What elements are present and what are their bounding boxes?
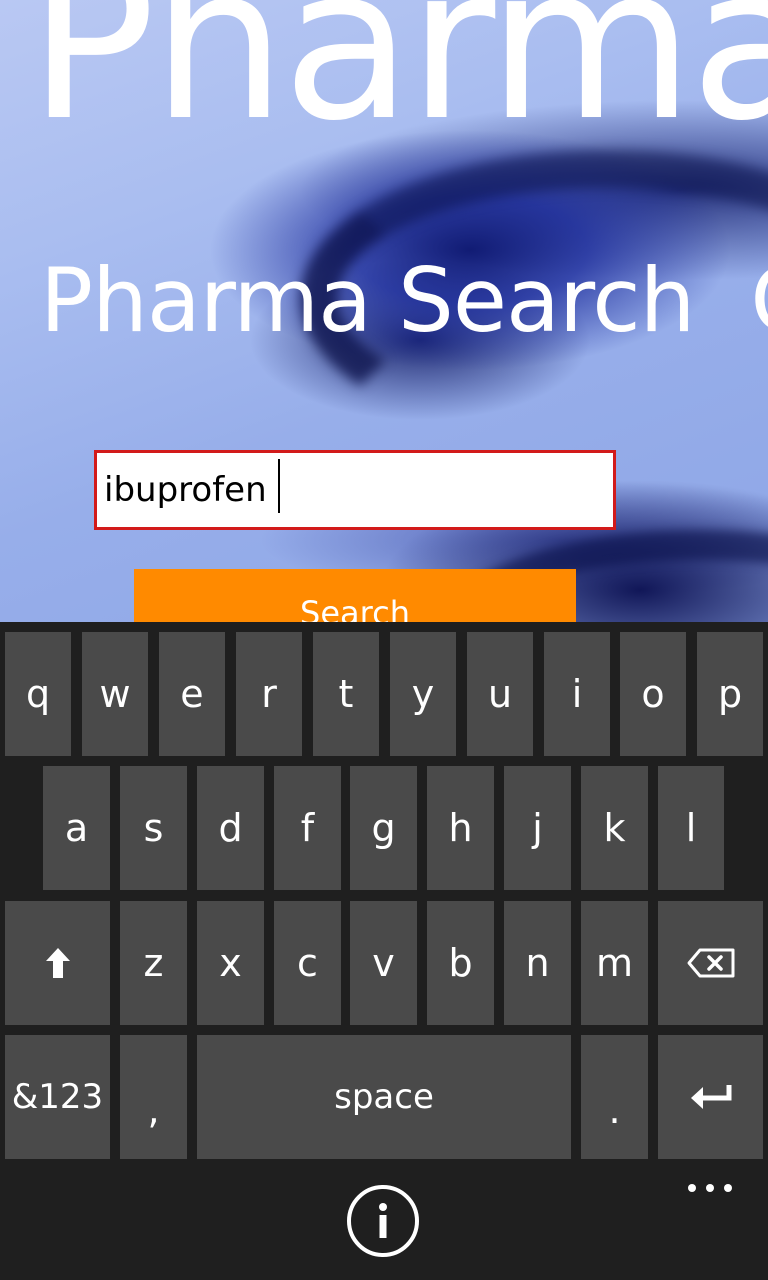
- text-caret: [278, 459, 280, 513]
- key-l[interactable]: l: [658, 766, 724, 890]
- key-e[interactable]: e: [159, 632, 225, 756]
- key-b[interactable]: b: [427, 901, 494, 1025]
- shift-arrow-icon: [45, 948, 70, 978]
- key-y[interactable]: y: [390, 632, 456, 756]
- key-v[interactable]: v: [350, 901, 417, 1025]
- key-c[interactable]: c: [274, 901, 341, 1025]
- backspace-key[interactable]: [658, 901, 763, 1025]
- key-n[interactable]: n: [504, 901, 571, 1025]
- app-window: Pharma Pharma Search C Search q w e r t y…: [0, 0, 768, 1280]
- info-icon[interactable]: [346, 1184, 420, 1258]
- panorama-background: Pharma Pharma Search C Search: [0, 0, 768, 622]
- key-q[interactable]: q: [5, 632, 71, 756]
- shift-key[interactable]: [5, 901, 110, 1025]
- space-key[interactable]: space: [197, 1035, 571, 1159]
- next-page-title[interactable]: C: [750, 249, 768, 352]
- enter-key[interactable]: [658, 1035, 763, 1159]
- enter-icon: [690, 1085, 731, 1109]
- key-s[interactable]: s: [120, 766, 187, 890]
- period-key[interactable]: .: [581, 1035, 648, 1159]
- backspace-icon: [687, 948, 734, 978]
- key-z[interactable]: z: [120, 901, 187, 1025]
- pivot-header: Pharma Search C: [40, 250, 768, 351]
- key-p[interactable]: p: [697, 632, 763, 756]
- search-input[interactable]: [97, 453, 613, 527]
- key-u[interactable]: u: [467, 632, 533, 756]
- search-field[interactable]: [94, 450, 616, 530]
- key-r[interactable]: r: [236, 632, 302, 756]
- symbols-key[interactable]: &123: [5, 1035, 110, 1159]
- key-j[interactable]: j: [504, 766, 571, 890]
- key-w[interactable]: w: [82, 632, 148, 756]
- key-m[interactable]: m: [581, 901, 648, 1025]
- search-button[interactable]: Search: [134, 569, 576, 622]
- key-f[interactable]: f: [274, 766, 341, 890]
- key-g[interactable]: g: [350, 766, 417, 890]
- page-title[interactable]: Pharma Search: [40, 249, 695, 352]
- key-o[interactable]: o: [620, 632, 686, 756]
- key-d[interactable]: d: [197, 766, 264, 890]
- comma-key[interactable]: ,: [120, 1035, 187, 1159]
- key-t[interactable]: t: [313, 632, 379, 756]
- key-k[interactable]: k: [581, 766, 648, 890]
- key-x[interactable]: x: [197, 901, 264, 1025]
- key-a[interactable]: a: [43, 766, 110, 890]
- more-ellipsis-icon[interactable]: [684, 1176, 736, 1200]
- panorama-title: Pharma: [28, 0, 768, 167]
- key-i[interactable]: i: [544, 632, 610, 756]
- key-h[interactable]: h: [427, 766, 494, 890]
